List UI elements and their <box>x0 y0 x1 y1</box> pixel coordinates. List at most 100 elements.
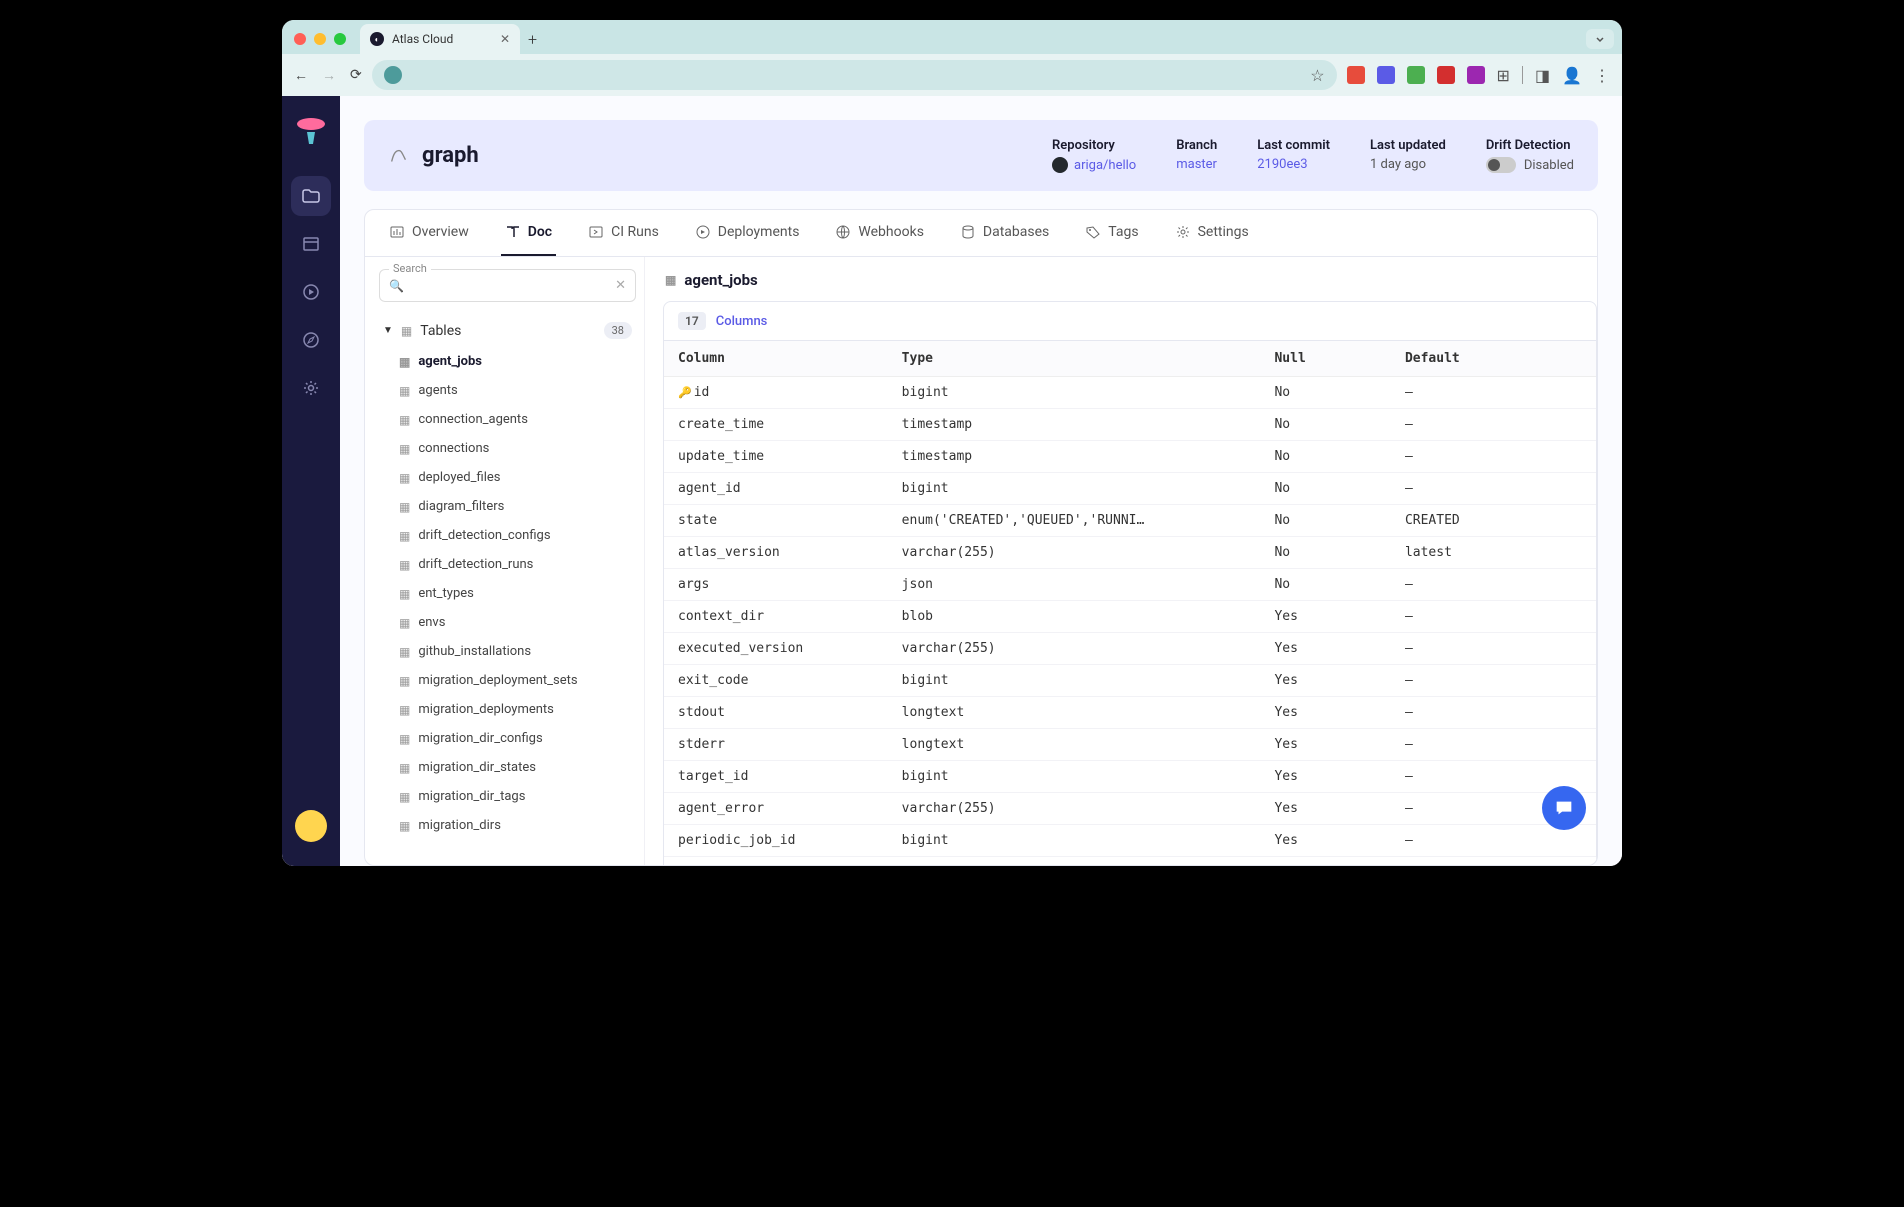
table-icon: ▦ <box>665 273 676 287</box>
tab-title: Atlas Cloud <box>392 32 453 46</box>
app-logo[interactable] <box>293 114 329 150</box>
table-icon: ▦ <box>399 703 410 717</box>
tree-item-table[interactable]: ▦diagram_filters <box>393 492 636 521</box>
reload-button[interactable]: ⟳ <box>350 67 362 84</box>
forward-button[interactable]: → <box>322 67 336 84</box>
side-panel-icon[interactable]: ◨ <box>1535 66 1550 85</box>
extension-icon[interactable] <box>1347 66 1365 84</box>
meta-repo-link[interactable]: ariga/hello <box>1052 157 1136 173</box>
table-row: context_dirblobYes– <box>664 601 1596 633</box>
project-name: graph <box>422 143 479 168</box>
clear-search-icon[interactable]: ✕ <box>615 278 626 293</box>
tab-tags[interactable]: Tags <box>1081 210 1142 256</box>
table-icon: ▦ <box>399 674 410 688</box>
meta-updated-value: 1 day ago <box>1370 157 1446 172</box>
columns-table: Column Type Null Default 🔑idbigintNo–cre… <box>664 341 1596 865</box>
tab-webhooks[interactable]: Webhooks <box>831 210 928 256</box>
project-title-group: graph <box>388 143 479 168</box>
chat-support-button[interactable] <box>1542 786 1586 830</box>
drift-toggle[interactable] <box>1486 157 1516 173</box>
table-icon: ▦ <box>399 413 410 427</box>
tree-item-table[interactable]: ▦deployed_files <box>393 463 636 492</box>
screenshot-root: ◐ Atlas Cloud ✕ + ← → ⟳ ☆ ⊞ ◨ 👤 ⋮ <box>282 20 1622 866</box>
tab-settings[interactable]: Settings <box>1171 210 1253 256</box>
sidebar-projects-button[interactable] <box>291 176 331 216</box>
tab-deployments[interactable]: Deployments <box>691 210 804 256</box>
table-icon: ▦ <box>399 529 410 543</box>
tab-overview[interactable]: Overview <box>385 210 473 256</box>
tab-doc[interactable]: Doc <box>501 210 556 256</box>
tree-item-table[interactable]: ▦connections <box>393 434 636 463</box>
back-button[interactable]: ← <box>294 67 308 84</box>
tree-item-table[interactable]: ▦ent_types <box>393 579 636 608</box>
close-window-button[interactable] <box>294 33 306 45</box>
table-icon: ▦ <box>399 355 410 369</box>
tree-item-table[interactable]: ▦connection_agents <box>393 405 636 434</box>
user-avatar[interactable] <box>295 810 327 842</box>
databases-icon <box>960 224 976 240</box>
sidebar-settings-button[interactable] <box>291 368 331 408</box>
sidebar-runs-button[interactable] <box>291 272 331 312</box>
maximize-window-button[interactable] <box>334 33 346 45</box>
tree-item-table[interactable]: ▦migration_dir_states <box>393 753 636 782</box>
overview-icon <box>389 224 405 240</box>
tree-item-table[interactable]: ▦drift_detection_runs <box>393 550 636 579</box>
chevron-down-icon: ▼ <box>383 325 393 336</box>
sidebar-explore-button[interactable] <box>291 320 331 360</box>
table-row: executed_versionvarchar(255)Yes– <box>664 633 1596 665</box>
table-icon: ▦ <box>399 761 410 775</box>
tree-item-table[interactable]: ▦migration_dir_tags <box>393 782 636 811</box>
close-tab-icon[interactable]: ✕ <box>500 32 510 46</box>
columns-label: Columns <box>716 314 768 329</box>
extension-icon[interactable] <box>1437 66 1455 84</box>
tags-icon <box>1085 224 1101 240</box>
tree-item-table[interactable]: ▦migration_dir_configs <box>393 724 636 753</box>
table-row: argsjsonNo– <box>664 569 1596 601</box>
meta-branch-link[interactable]: master <box>1176 157 1217 172</box>
divider <box>1522 66 1523 84</box>
new-tab-button[interactable]: + <box>528 30 537 49</box>
meta-updated-label: Last updated <box>1370 138 1446 153</box>
meta-branch-label: Branch <box>1176 138 1217 153</box>
tree-item-table[interactable]: ▦agent_jobs <box>393 347 636 376</box>
tab-databases[interactable]: Databases <box>956 210 1053 256</box>
table-detail: ▦ agent_jobs 17 Columns Col <box>645 257 1597 865</box>
project-header: graph Repository ariga/hello Branch mast… <box>364 120 1598 191</box>
extensions-menu-icon[interactable]: ⊞ <box>1497 66 1510 85</box>
tree-header-tables[interactable]: ▼ ▦ Tables 38 <box>379 314 636 347</box>
table-icon: ▦ <box>399 587 410 601</box>
deployments-icon <box>695 224 711 240</box>
url-input[interactable]: ☆ <box>372 60 1337 90</box>
bookmark-star-icon[interactable]: ☆ <box>1310 66 1324 85</box>
sidebar-dashboard-button[interactable] <box>291 224 331 264</box>
tree-item-table[interactable]: ▦migration_deployment_sets <box>393 666 636 695</box>
profile-icon[interactable]: 👤 <box>1562 66 1582 85</box>
browser-tab-strip: ◐ Atlas Cloud ✕ + <box>282 20 1622 54</box>
project-tabs: Overview Doc CI Runs Deployments <box>365 210 1597 257</box>
kebab-menu-icon[interactable]: ⋮ <box>1594 66 1610 85</box>
doc-icon <box>505 224 521 240</box>
extension-icon[interactable] <box>1467 66 1485 84</box>
site-identity-icon[interactable] <box>384 66 402 84</box>
tree-item-table[interactable]: ▦migration_deployments <box>393 695 636 724</box>
tree-item-table[interactable]: ▦migration_dirs <box>393 811 636 840</box>
tree-item-table[interactable]: ▦agents <box>393 376 636 405</box>
extension-icon[interactable] <box>1377 66 1395 84</box>
webhooks-icon <box>835 224 851 240</box>
table-row: reported_timetimestampYes– <box>664 857 1596 866</box>
sidebar-bottom <box>295 810 327 848</box>
tree-item-table[interactable]: ▦github_installations <box>393 637 636 666</box>
app-sidebar <box>282 96 340 866</box>
tree-item-table[interactable]: ▦drift_detection_configs <box>393 521 636 550</box>
tab-ci-runs[interactable]: CI Runs <box>584 210 663 256</box>
browser-tab[interactable]: ◐ Atlas Cloud ✕ <box>360 24 520 54</box>
table-row: agent_idbigintNo– <box>664 473 1596 505</box>
minimize-window-button[interactable] <box>314 33 326 45</box>
meta-repo-label: Repository <box>1052 138 1136 153</box>
detail-title: ▦ agent_jobs <box>663 271 1597 301</box>
extension-icon[interactable] <box>1407 66 1425 84</box>
columns-section-header[interactable]: 17 Columns <box>664 302 1596 341</box>
tab-overflow-button[interactable] <box>1586 29 1614 49</box>
meta-commit-link[interactable]: 2190ee3 <box>1257 157 1330 172</box>
tree-item-table[interactable]: ▦envs <box>393 608 636 637</box>
